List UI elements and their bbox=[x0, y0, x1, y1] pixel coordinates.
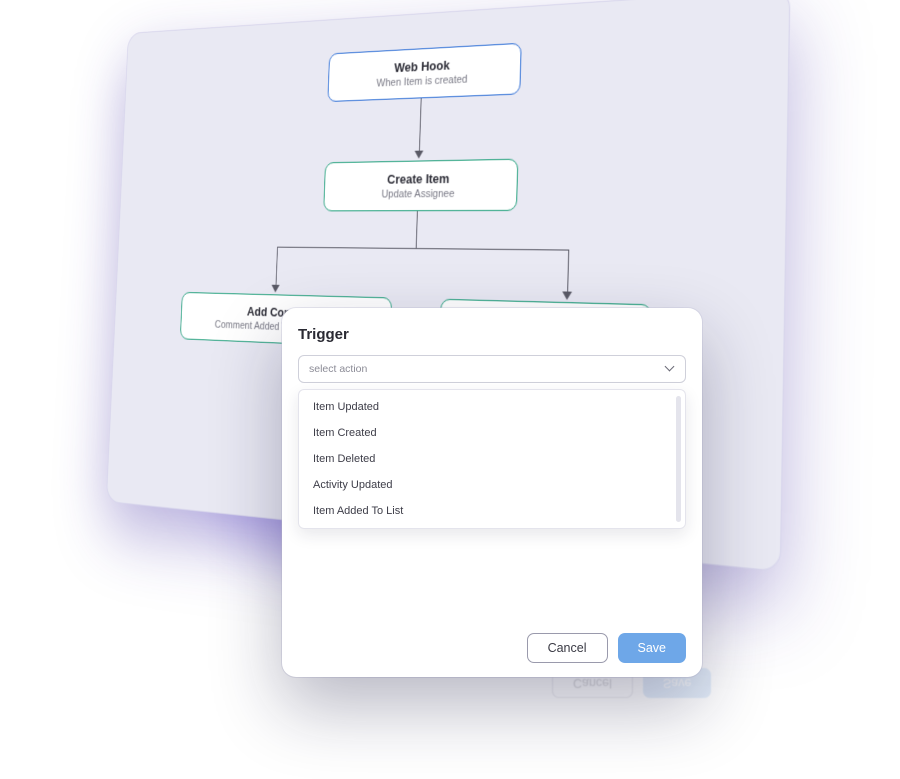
save-button[interactable]: Save bbox=[618, 633, 687, 663]
modal-footer: Cancel Save bbox=[298, 633, 686, 663]
modal-title: Trigger bbox=[298, 326, 686, 343]
node-title: Web Hook bbox=[341, 55, 508, 78]
node-title: Create Item bbox=[337, 170, 504, 187]
chevron-down-icon bbox=[665, 364, 675, 374]
node-subtitle: Update Assignee bbox=[336, 187, 503, 200]
select-placeholder: select action bbox=[309, 363, 367, 375]
arrowhead-icon bbox=[414, 151, 423, 159]
connector bbox=[419, 95, 422, 152]
action-select[interactable]: select action bbox=[298, 355, 686, 383]
trigger-modal: Trigger select action Item Updated Item … bbox=[282, 308, 702, 677]
connector bbox=[416, 208, 418, 248]
connector bbox=[276, 247, 279, 287]
option-item-added-to-list[interactable]: Item Added To List bbox=[299, 498, 685, 524]
arrowhead-icon bbox=[562, 291, 572, 300]
workflow-node-create-item[interactable]: Create Item Update Assignee bbox=[323, 159, 518, 212]
connector bbox=[277, 247, 568, 251]
workflow-node-webhook[interactable]: Web Hook When Item is created bbox=[327, 43, 521, 102]
option-item-deleted[interactable]: Item Deleted bbox=[299, 446, 685, 472]
arrowhead-icon bbox=[271, 285, 279, 293]
connector bbox=[567, 250, 569, 294]
option-activity-updated[interactable]: Activity Updated bbox=[299, 472, 685, 498]
option-item-updated[interactable]: Item Updated bbox=[299, 394, 685, 420]
option-item-created[interactable]: Item Created bbox=[299, 420, 685, 446]
cancel-button[interactable]: Cancel bbox=[527, 633, 608, 663]
action-dropdown: Item Updated Item Created Item Deleted A… bbox=[298, 389, 686, 529]
